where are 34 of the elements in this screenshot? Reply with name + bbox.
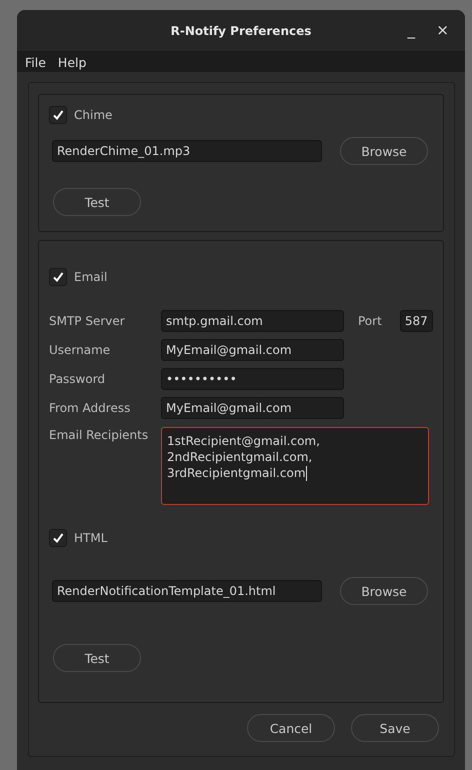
- input-field[interactable]: MyEmail@gmail.com: [161, 339, 344, 361]
- check-icon: [52, 532, 64, 544]
- menu-item[interactable]: Help: [58, 54, 86, 70]
- checkbox[interactable]: [49, 529, 67, 547]
- field-label: From Address: [49, 401, 132, 415]
- browse-button[interactable]: Browse: [340, 577, 428, 605]
- dialog-button[interactable]: Save: [351, 714, 439, 742]
- file-field[interactable]: RenderNotificationTemplate_01.html: [52, 580, 322, 602]
- checkbox-label: Chime: [74, 108, 112, 122]
- window-title: R-Notify Preferences: [170, 24, 312, 38]
- recipients-field[interactable]: 1stRecipient@gmail.com, 2ndRecipientgmail.com, 3rdRecipientgmail.com: [161, 427, 429, 505]
- test-button[interactable]: Test: [53, 644, 141, 672]
- dialog-button[interactable]: Cancel: [247, 714, 335, 742]
- test-button[interactable]: Test: [53, 188, 141, 216]
- menu-item[interactable]: File: [25, 54, 46, 70]
- checkbox-label: Email: [74, 270, 108, 284]
- checkbox[interactable]: [49, 268, 67, 286]
- check-icon: [52, 109, 64, 121]
- smtp-field[interactable]: smtp.gmail.com: [161, 310, 344, 332]
- field-label: SMTP Server: [49, 314, 126, 328]
- input-field[interactable]: MyEmail@gmail.com: [161, 397, 344, 419]
- port-field[interactable]: 587: [400, 310, 433, 332]
- file-field[interactable]: RenderChime_01.mp3: [52, 140, 322, 162]
- minimize-button[interactable]: _: [404, 21, 419, 39]
- checkbox[interactable]: [49, 106, 67, 124]
- field-label: Username: [49, 343, 112, 357]
- check-icon: [52, 271, 64, 283]
- input-field[interactable]: ••••••••••: [161, 368, 344, 390]
- close-button[interactable]: ×: [432, 21, 453, 39]
- checkbox-label: HTML: [74, 531, 108, 545]
- field-label: Port: [358, 314, 383, 328]
- field-label: Password: [49, 372, 106, 386]
- browse-button[interactable]: Browse: [340, 137, 428, 165]
- field-label: Email Recipients: [49, 428, 150, 442]
